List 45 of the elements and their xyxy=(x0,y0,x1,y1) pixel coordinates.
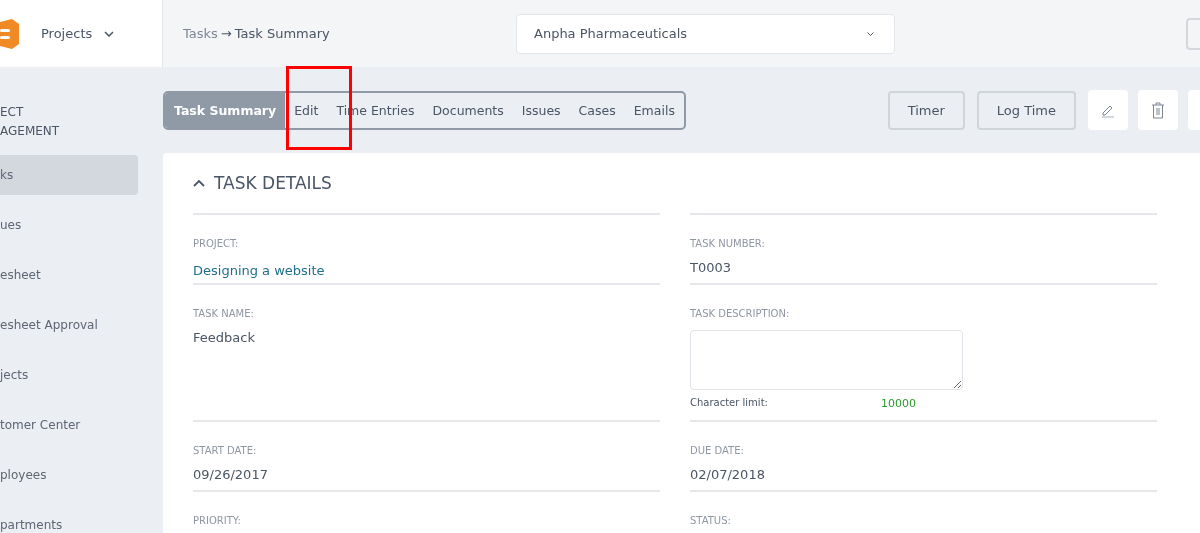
tab[interactable]: Documents xyxy=(423,92,513,128)
description-field[interactable] xyxy=(690,330,963,390)
section-toggle[interactable]: TASK DETAILS xyxy=(193,173,332,193)
project-link[interactable]: Designing a website xyxy=(193,263,325,278)
field-label: DUE DATE: xyxy=(690,445,745,456)
limit-label: Character limit: xyxy=(690,397,769,410)
limit-value: 10000 xyxy=(881,397,916,410)
tab[interactable]: Cases xyxy=(569,92,625,128)
company-select[interactable]: Anpha Pharmaceuticals xyxy=(516,13,895,54)
chevron-down-icon xyxy=(104,30,115,37)
field-label: START DATE: xyxy=(193,445,258,456)
field-value: 09/26/2017 xyxy=(193,467,269,482)
sidebar-item[interactable]: ployees xyxy=(0,455,138,495)
chevron-up-icon xyxy=(193,179,205,187)
sidebar-item[interactable]: ks xyxy=(0,155,138,195)
sidebar-item[interactable]: esheet Approval xyxy=(0,305,138,345)
tab[interactable]: Edit xyxy=(285,92,328,128)
field-label: PROJECT: xyxy=(193,238,240,249)
sidebar-section-title: ECT AGEMENT xyxy=(0,104,61,140)
field-value: Feedback xyxy=(193,330,256,345)
action-button[interactable]: Timer xyxy=(887,90,965,130)
sidebar-item[interactable]: partments xyxy=(0,505,138,533)
action-button[interactable]: Log Time xyxy=(976,90,1076,130)
breadcrumb-link[interactable]: Tasks xyxy=(183,26,218,41)
breadcrumb-current: Task Summary xyxy=(234,26,330,41)
field-label: TASK DESCRIPTION: xyxy=(690,308,791,319)
field-label: TASK NUMBER: xyxy=(690,238,766,249)
sidebar-item[interactable]: ues xyxy=(0,205,138,245)
delete-button[interactable] xyxy=(1138,90,1178,130)
field-label: PRIORITY: xyxy=(193,515,242,526)
cut-off-button[interactable] xyxy=(1186,17,1200,50)
chevron-down-icon xyxy=(867,31,874,36)
sidebar-item[interactable]: jects xyxy=(0,355,138,395)
field-value: T0003 xyxy=(690,260,733,275)
field-label: STATUS: xyxy=(690,515,732,526)
edit-button[interactable] xyxy=(1088,90,1128,130)
sidebar-item[interactable]: esheet xyxy=(0,255,138,295)
breadcrumb-arrow: → xyxy=(220,26,232,41)
projects-menu[interactable]: Projects xyxy=(41,26,115,41)
trash-icon xyxy=(1151,101,1165,119)
sidebar-item[interactable]: tomer Center xyxy=(0,405,138,445)
field-value: 02/07/2018 xyxy=(690,467,766,482)
tab[interactable]: Issues xyxy=(512,92,570,128)
field-label: TASK NAME: xyxy=(193,308,255,319)
tab[interactable]: Emails xyxy=(624,92,684,128)
